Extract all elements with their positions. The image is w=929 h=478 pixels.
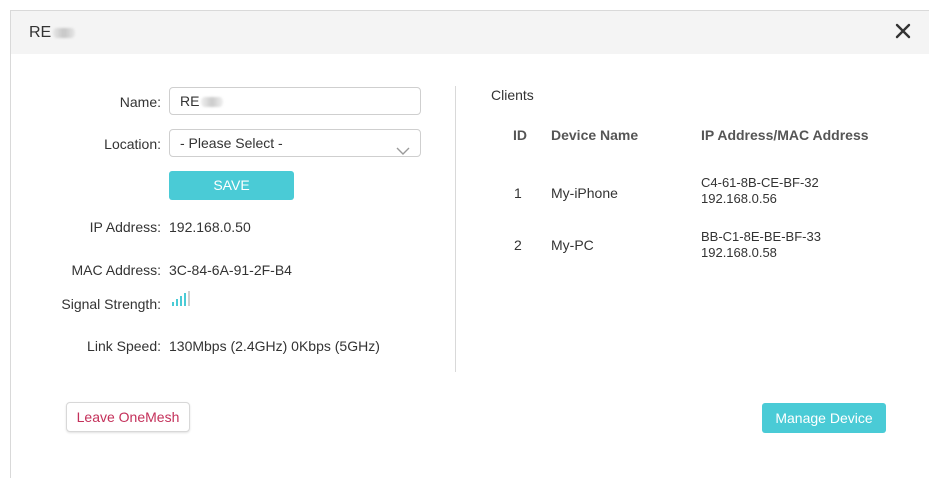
dialog-header: RE (11, 11, 929, 54)
mac-address-value: 3C-84-6A-91-2F-B4 (169, 262, 292, 278)
chevron-down-icon (396, 138, 410, 164)
client-device-name: My-iPhone (551, 185, 618, 201)
clients-header-id: ID (513, 127, 527, 143)
name-input[interactable]: RE (169, 87, 421, 115)
name-input-value: RE (180, 93, 200, 109)
clients-header-device-name: Device Name (551, 127, 639, 143)
location-label: Location: (104, 136, 161, 152)
clients-title: Clients (491, 87, 534, 103)
client-id: 1 (514, 185, 522, 201)
client-id: 2 (514, 237, 522, 253)
signal-strength-label: Signal Strength: (61, 296, 161, 312)
redacted-blur (53, 27, 76, 38)
location-selected-value: - Please Select - (180, 135, 283, 151)
location-select[interactable]: - Please Select - (169, 129, 421, 157)
ip-address-value: 192.168.0.50 (169, 219, 251, 235)
manage-device-button[interactable]: Manage Device (762, 403, 886, 433)
client-ip: 192.168.0.58 (701, 245, 777, 260)
name-label: Name: (119, 94, 161, 110)
client-device-name: My-PC (551, 237, 594, 253)
link-speed-label: Link Speed: (87, 338, 161, 354)
column-divider (455, 86, 456, 372)
close-icon[interactable] (892, 20, 914, 42)
signal-strength-icon (172, 291, 192, 312)
client-mac: C4-61-8B-CE-BF-32 (701, 175, 819, 190)
mac-address-label: MAC Address: (71, 262, 161, 278)
redacted-blur (201, 97, 224, 108)
client-mac: BB-C1-8E-BE-BF-33 (701, 229, 821, 244)
clients-header-address: IP Address/MAC Address (701, 127, 869, 143)
ip-address-label: IP Address: (89, 219, 161, 235)
dialog-title: RE (29, 24, 76, 42)
leave-onemesh-button[interactable]: Leave OneMesh (66, 402, 190, 432)
link-speed-value: 130Mbps (2.4GHz) 0Kbps (5GHz) (169, 338, 380, 354)
save-button[interactable]: SAVE (169, 171, 294, 200)
client-ip: 192.168.0.56 (701, 191, 777, 206)
device-dialog: RE Name: RE Location: - Please Select - … (10, 10, 929, 478)
dialog-title-text: RE (29, 24, 52, 41)
